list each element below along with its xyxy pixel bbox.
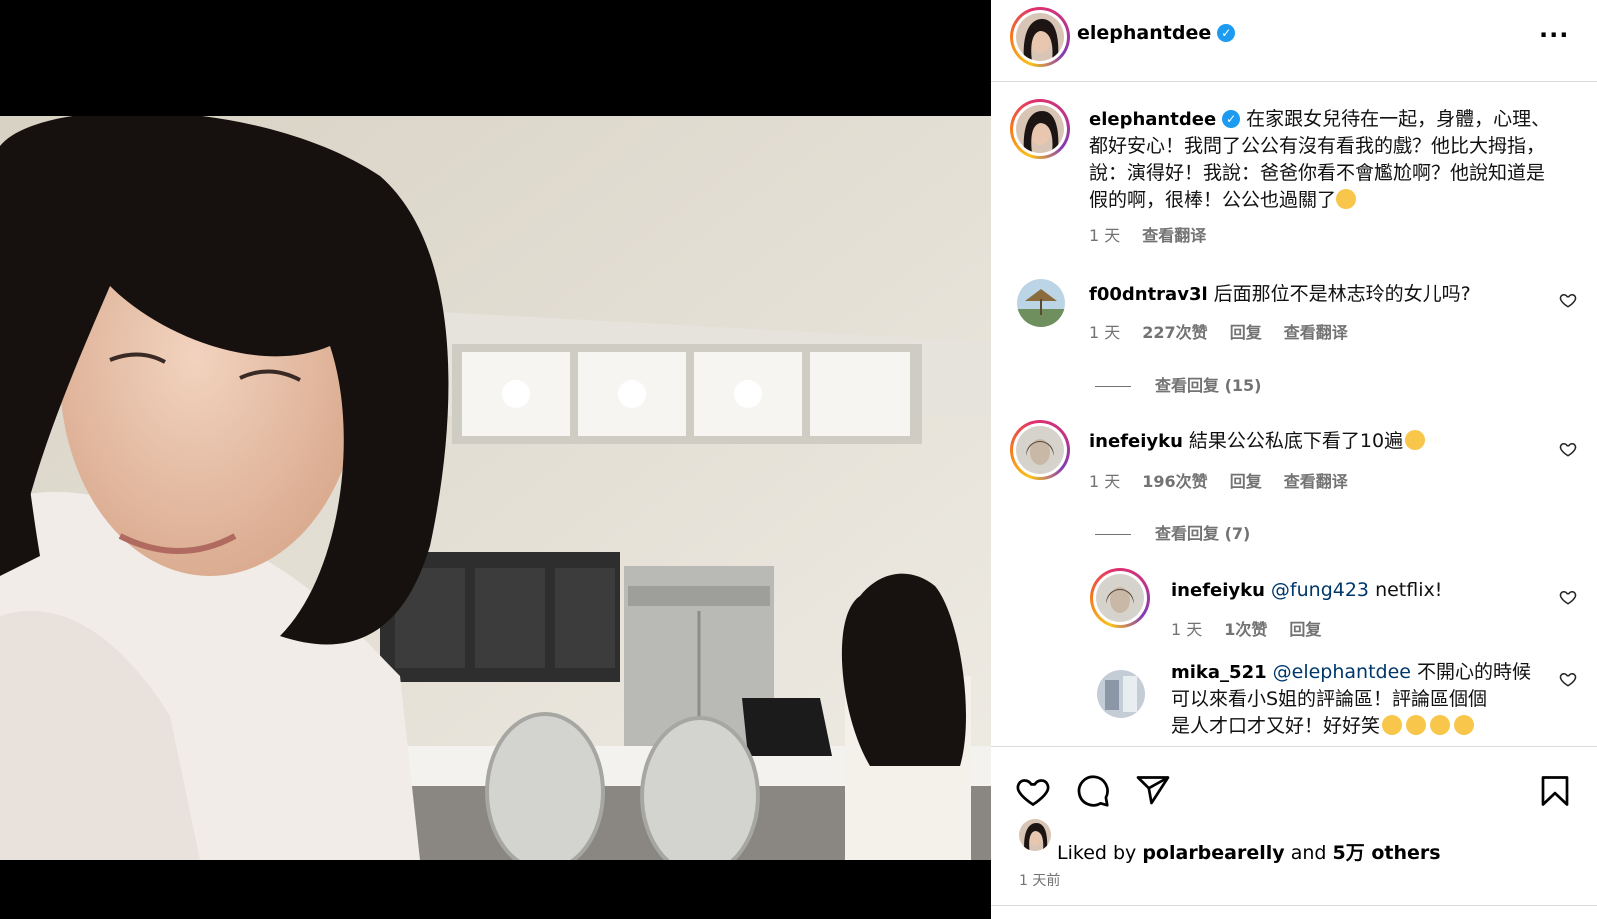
reply-text: 不開心的時候 <box>1417 661 1532 683</box>
comment-avatar[interactable] <box>1010 420 1070 480</box>
post-time[interactable]: 1 天前 <box>1019 870 1060 890</box>
author-avatar[interactable] <box>1010 7 1070 67</box>
verified-badge-icon: ✓ <box>1222 110 1241 128</box>
reply-like-heart-icon[interactable] <box>1559 588 1577 606</box>
liker-avatar[interactable] <box>1019 819 1051 851</box>
author-username[interactable]: elephantdee <box>1077 22 1211 44</box>
caption-translate-link[interactable]: 查看翻译 <box>1142 226 1206 245</box>
comment-time[interactable]: 1 天 <box>1089 323 1120 342</box>
comment: inefeiyku 結果公公私底下看了10遍 <box>1089 428 1549 455</box>
likes-user-link[interactable]: polarbearelly <box>1142 842 1284 864</box>
likes-count[interactable]: 5万 <box>1333 842 1365 864</box>
reply-button[interactable]: 回复 <box>1230 472 1262 491</box>
reply-button[interactable]: 回复 <box>1289 620 1321 639</box>
reply-text: 是人才口才又好！好好笑 <box>1171 715 1381 737</box>
reply-username[interactable]: mika_521 <box>1171 662 1267 683</box>
action-bar <box>991 746 1597 919</box>
laughing-emoji-icon <box>1406 715 1427 735</box>
comment-text: 后面那位不是林志玲的女儿吗? <box>1213 283 1471 305</box>
verified-badge-icon: ✓ <box>1217 24 1236 42</box>
reply-time[interactable]: 1 天 <box>1171 620 1202 639</box>
reply-like-heart-icon[interactable] <box>1559 670 1577 688</box>
avatar-image <box>1016 13 1064 61</box>
caption: elephantdee ✓ 在家跟女兒待在一起，身體，心理、都好安心！我問了公公有沒… <box>1089 106 1559 214</box>
reply-meta: 1 天 1次赞 回复 <box>1171 616 1343 640</box>
comment-time[interactable]: 1 天 <box>1089 472 1120 491</box>
caption-avatar[interactable] <box>1010 99 1070 159</box>
comment-like-heart-icon[interactable] <box>1559 291 1577 309</box>
reply: mika_521 @elephantdee 不開心的時候 可以來看小S姐的評論區！… <box>1171 659 1551 740</box>
reply-mention-link[interactable]: @elephantdee <box>1273 661 1411 683</box>
reply-button[interactable]: 回复 <box>1230 323 1262 342</box>
reply-text: 可以來看小S姐的評論區！評論區個個 <box>1171 688 1488 710</box>
reply-username[interactable]: inefeiyku <box>1171 580 1265 601</box>
comment-meta: 1 天 227次赞 回复 查看翻译 <box>1089 319 1370 343</box>
avatar-image <box>1097 670 1145 718</box>
comment-avatar[interactable] <box>1017 279 1065 327</box>
avatar-image <box>1017 279 1065 327</box>
post-header: elephantdee ✓ ··· <box>991 0 1597 82</box>
comment-likes[interactable]: 227次赞 <box>1142 323 1207 342</box>
view-replies-button[interactable]: 查看回复 (7) <box>1095 520 1250 544</box>
laughing-emoji-icon <box>1382 715 1403 735</box>
view-replies-button[interactable]: 查看回复 (15) <box>1095 372 1261 396</box>
avatar-image <box>1016 105 1064 153</box>
translate-link[interactable]: 查看翻译 <box>1284 323 1348 342</box>
comment-icon[interactable] <box>1075 773 1111 809</box>
post-panel: elephantdee ✓ ··· elephantdee ✓ 在家跟女兒待在一起，身… <box>991 0 1597 919</box>
reply-mention-link[interactable]: @fung423 <box>1271 579 1369 601</box>
likes-summary: Liked by polarbearelly and 5万 others <box>1057 838 1441 865</box>
comment-likes[interactable]: 196次赞 <box>1142 472 1207 491</box>
send-icon[interactable] <box>1135 773 1171 809</box>
translate-link[interactable]: 查看翻译 <box>1284 472 1348 491</box>
laughing-emoji-icon <box>1454 715 1475 735</box>
caption-meta: 1 天 查看翻译 <box>1089 222 1228 246</box>
reply-likes[interactable]: 1次赞 <box>1224 620 1267 639</box>
likes-middle: and <box>1284 842 1333 864</box>
likes-suffix[interactable]: others <box>1365 842 1440 864</box>
more-options-button[interactable]: ··· <box>1539 20 1569 50</box>
reply-avatar[interactable] <box>1090 568 1150 628</box>
comment-meta: 1 天 196次赞 回复 查看翻译 <box>1089 468 1370 492</box>
laughing-emoji-icon <box>1430 715 1451 735</box>
caption-username[interactable]: elephantdee <box>1089 109 1216 130</box>
heart-icon[interactable] <box>1015 773 1051 809</box>
comment-username[interactable]: f00dntrav3l <box>1089 284 1208 305</box>
reply: inefeiyku @fung423 netflix! <box>1171 577 1551 604</box>
star-eyes-emoji-icon <box>1405 430 1426 450</box>
avatar-image <box>1016 426 1064 474</box>
comment-username[interactable]: inefeiyku <box>1089 431 1183 452</box>
avatar-image <box>1096 574 1144 622</box>
author-name-row: elephantdee ✓ <box>1077 22 1236 44</box>
bookmark-icon[interactable] <box>1537 773 1573 809</box>
divider <box>991 905 1597 906</box>
pleading-face-emoji-icon <box>1336 189 1357 209</box>
comment-text: 結果公公私底下看了10遍 <box>1188 430 1404 452</box>
reply-text: netflix! <box>1375 579 1443 601</box>
comments-list[interactable]: elephantdee ✓ 在家跟女兒待在一起，身體，心理、都好安心！我問了公公有沒… <box>991 82 1597 746</box>
avatar-image <box>1019 819 1051 851</box>
comment-like-heart-icon[interactable] <box>1559 440 1577 458</box>
media-pane <box>0 0 991 919</box>
more-horizontal-icon: ··· <box>1539 21 1570 49</box>
caption-time[interactable]: 1 天 <box>1089 226 1120 245</box>
comment: f00dntrav3l 后面那位不是林志玲的女儿吗? <box>1089 281 1549 308</box>
post-photo[interactable] <box>0 116 991 860</box>
likes-prefix: Liked by <box>1057 842 1143 864</box>
reply-avatar[interactable] <box>1097 670 1145 718</box>
selfie-image <box>0 116 991 860</box>
